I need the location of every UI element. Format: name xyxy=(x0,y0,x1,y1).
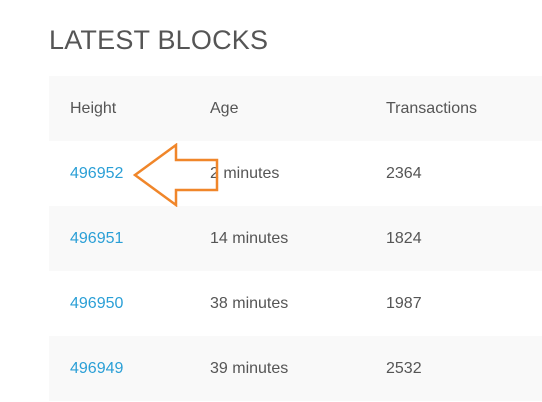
table-row: 496951 14 minutes 1824 xyxy=(49,206,542,271)
block-transactions: 2532 xyxy=(386,360,422,377)
block-age: 2 minutes xyxy=(210,165,280,182)
block-transactions: 1824 xyxy=(386,230,422,247)
column-header-height: Height xyxy=(70,100,117,117)
column-header-age: Age xyxy=(210,100,239,117)
page-title: LATEST BLOCKS xyxy=(49,25,269,55)
block-height-link[interactable]: 496949 xyxy=(70,336,123,401)
table-row: 496949 39 minutes 2532 xyxy=(49,336,542,401)
block-transactions: 1987 xyxy=(386,295,422,312)
block-transactions: 2364 xyxy=(386,165,422,182)
block-age: 39 minutes xyxy=(210,360,289,377)
table-row: 496952 2 minutes 2364 xyxy=(49,141,542,206)
block-height-link[interactable]: 496951 xyxy=(70,206,123,271)
table-header-row: Height Age Transactions xyxy=(49,76,542,141)
blocks-table: Height Age Transactions 496952 2 minutes… xyxy=(49,76,542,401)
column-header-transactions: Transactions xyxy=(386,100,477,117)
block-height-link[interactable]: 496950 xyxy=(70,271,123,336)
block-height-link[interactable]: 496952 xyxy=(70,141,123,206)
block-age: 14 minutes xyxy=(210,230,289,247)
table-row: 496950 38 minutes 1987 xyxy=(49,271,542,336)
block-age: 38 minutes xyxy=(210,295,289,312)
latest-blocks-page: LATEST BLOCKS Height Age Transactions 49… xyxy=(0,0,542,402)
